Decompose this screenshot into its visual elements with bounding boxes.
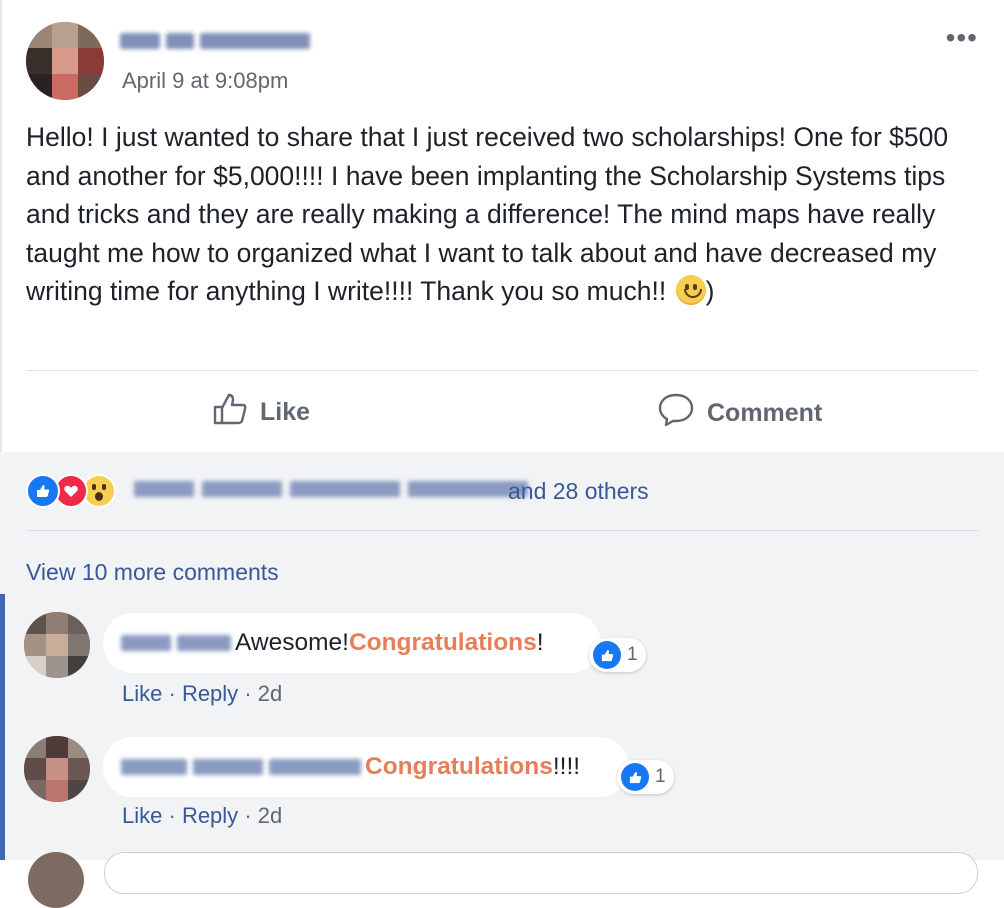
smiley-emoji-icon [675, 275, 706, 305]
comment-highlight-bar [0, 594, 5, 860]
author-avatar[interactable] [26, 22, 104, 100]
comment-like-link[interactable]: Like [122, 803, 162, 828]
speech-bubble-icon [657, 392, 695, 435]
ellipsis-icon[interactable]: ••• [946, 22, 978, 54]
separator: · [168, 803, 176, 828]
post-text: Hello! I just wanted to share that I jus… [26, 122, 949, 306]
post-text-end: ) [705, 276, 715, 306]
comment-highlight-text: Congratulations [348, 629, 537, 656]
author-name-redacted[interactable] [120, 30, 320, 52]
comment-bubble: Congratulations!!!! [103, 737, 629, 797]
comment-text: Awesome! [235, 629, 349, 656]
comment-text-suffix: !!!! [552, 753, 581, 780]
separator: · [244, 681, 252, 706]
like-reaction-icon [621, 763, 649, 791]
comment-button-label: Comment [707, 399, 823, 427]
post-body: Hello! I just wanted to share that I jus… [26, 118, 976, 311]
divider [26, 370, 978, 371]
comment-like-count[interactable]: 1 [589, 638, 646, 672]
reactions-summary[interactable] [26, 474, 116, 508]
comment-bubble: Awesome! Congratulations! [103, 613, 601, 673]
write-comment-input[interactable] [104, 852, 978, 894]
commenter-avatar[interactable] [24, 736, 90, 802]
comment-time[interactable]: 2d [258, 803, 282, 828]
like-reaction-icon [26, 474, 60, 508]
like-reaction-icon [593, 641, 621, 669]
comment-like-link[interactable]: Like [122, 681, 162, 706]
card-border [0, 0, 2, 452]
comment-highlight-text: Congratulations [365, 753, 553, 780]
reactor-names-redacted[interactable] [134, 481, 528, 497]
view-more-comments-link[interactable]: View 10 more comments [26, 559, 279, 586]
post-timestamp[interactable]: April 9 at 9:08pm [122, 68, 288, 94]
comment-text-suffix: ! [536, 629, 544, 656]
commenter-name-redacted[interactable] [121, 759, 361, 775]
divider [26, 530, 978, 531]
comment-like-count[interactable]: 1 [617, 760, 674, 794]
commenter-name-redacted[interactable] [121, 635, 231, 651]
thumbs-up-outline-icon [212, 392, 248, 433]
like-button[interactable]: Like [212, 392, 310, 433]
commenter-avatar[interactable] [24, 612, 90, 678]
comment-actions: Like · Reply · 2d [122, 803, 282, 829]
comment-reply-link[interactable]: Reply [182, 681, 238, 706]
comment-reply-link[interactable]: Reply [182, 803, 238, 828]
comment-button[interactable]: Comment [657, 392, 822, 435]
reactions-count[interactable]: and 28 others [508, 478, 649, 505]
like-count-number: 1 [655, 766, 666, 787]
comment-actions: Like · Reply · 2d [122, 681, 282, 707]
current-user-avatar[interactable] [28, 852, 84, 908]
comment-time[interactable]: 2d [258, 681, 282, 706]
like-count-number: 1 [627, 644, 638, 665]
separator: · [244, 803, 252, 828]
like-button-label: Like [260, 398, 311, 426]
separator: · [168, 681, 176, 706]
